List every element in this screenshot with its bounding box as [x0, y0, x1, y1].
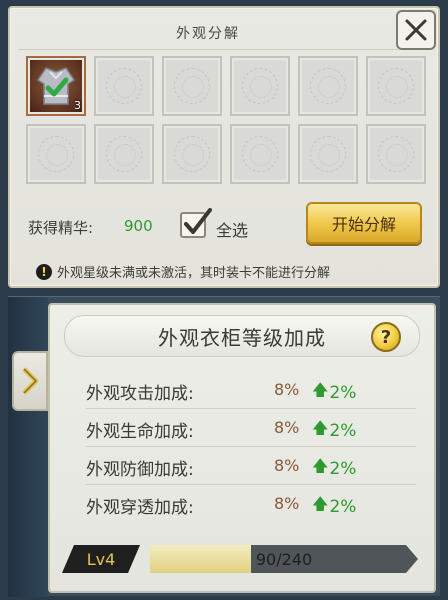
exp-text: 90/240	[255, 549, 313, 569]
select-all-label: 全选	[216, 221, 249, 240]
slot-ornament	[174, 68, 210, 104]
item-count: 3	[74, 99, 81, 112]
level-label: Lv4	[86, 549, 116, 569]
item-slot[interactable]	[230, 124, 290, 184]
up-arrow-icon: 🡅	[312, 494, 329, 513]
stat-row: 外观穿透加成: 8% 🡅 2%	[86, 485, 416, 523]
decompose-info-row: 获得精华: 900 全选 开始分解	[28, 202, 428, 248]
close-button[interactable]	[396, 10, 436, 50]
stat-label: 外观防御加成:	[86, 460, 194, 480]
stat-bonus-value: 2%	[329, 458, 357, 479]
stat-value: 8%	[274, 418, 300, 437]
item-slot[interactable]: 3	[26, 56, 86, 116]
up-arrow-icon: 🡅	[312, 456, 329, 475]
exp-progress-bar: 90/240	[150, 545, 418, 573]
essence-value: 900	[124, 217, 153, 235]
item-slot[interactable]	[162, 124, 222, 184]
item-slot[interactable]	[298, 124, 358, 184]
up-arrow-icon: 🡅	[312, 380, 329, 399]
stat-label: 外观攻击加成:	[86, 384, 194, 404]
slot-ornament	[310, 136, 346, 172]
level-badge: Lv4	[62, 545, 140, 573]
help-button[interactable]: ?	[371, 322, 401, 352]
bonus-title: 外观衣柜等级加成	[158, 325, 326, 350]
item-slot[interactable]	[366, 124, 426, 184]
bonus-card: 外观衣柜等级加成 ? 外观攻击加成: 8% 🡅 2% 外观生命加成: 8% 🡅 …	[48, 303, 436, 593]
stat-label: 外观生命加成:	[86, 422, 194, 442]
item-slot[interactable]	[366, 56, 426, 116]
item-slot[interactable]	[298, 56, 358, 116]
wardrobe-bonus-panel: 外观衣柜等级加成 ? 外观攻击加成: 8% 🡅 2% 外观生命加成: 8% 🡅 …	[8, 296, 440, 597]
stat-bonus-value: 2%	[329, 420, 357, 441]
stat-row: 外观攻击加成: 8% 🡅 2%	[86, 371, 416, 409]
close-icon	[405, 19, 427, 41]
stat-value: 8%	[274, 380, 300, 399]
stat-bonus: 🡅 2%	[312, 417, 356, 444]
stat-bonus-value: 2%	[329, 382, 357, 403]
chevron-right-icon	[22, 367, 39, 395]
item-slot[interactable]	[26, 124, 86, 184]
item-slot-grid: 3	[26, 56, 438, 184]
item-slot[interactable]	[162, 56, 222, 116]
select-all-checkbox[interactable]	[180, 208, 212, 238]
help-icon: ?	[380, 326, 392, 348]
stat-bonus-value: 2%	[329, 496, 357, 517]
start-decompose-button[interactable]: 开始分解	[306, 202, 422, 244]
stat-value: 8%	[274, 494, 300, 513]
slot-ornament	[242, 136, 278, 172]
decompose-title: 外观分解	[176, 25, 240, 42]
slot-ornament	[174, 136, 210, 172]
side-strip	[8, 297, 48, 597]
stat-row: 外观防御加成: 8% 🡅 2%	[86, 447, 416, 485]
decompose-panel: 外观分解 3 获得精华: 900 全选 开始分解 ! 外观星级未满或未激活，其时…	[8, 6, 440, 288]
warning-notice: ! 外观星级未满或未激活，其时装卡不能进行分解	[36, 262, 330, 281]
slot-ornament	[106, 68, 142, 104]
decompose-title-bar: 外观分解	[18, 16, 398, 50]
item-slot[interactable]	[94, 56, 154, 116]
stat-list: 外观攻击加成: 8% 🡅 2% 外观生命加成: 8% 🡅 2% 外观防御加成: …	[86, 371, 416, 523]
stat-label: 外观穿透加成:	[86, 498, 194, 518]
stat-bonus: 🡅 2%	[312, 493, 356, 520]
slot-ornament	[242, 68, 278, 104]
slot-ornament	[378, 68, 414, 104]
stat-bonus: 🡅 2%	[312, 455, 356, 482]
start-decompose-label: 开始分解	[331, 215, 396, 234]
warning-icon: !	[36, 263, 52, 280]
slot-ornament	[310, 68, 346, 104]
bonus-title-bar: 外观衣柜等级加成 ?	[64, 315, 420, 357]
item-slot[interactable]	[230, 56, 290, 116]
stat-bonus: 🡅 2%	[312, 379, 356, 406]
up-arrow-icon: 🡅	[312, 418, 329, 437]
collapse-tab[interactable]	[12, 351, 48, 411]
slot-ornament	[38, 136, 74, 172]
warning-text: 外观星级未满或未激活，其时装卡不能进行分解	[57, 266, 331, 281]
checkmark-icon	[184, 208, 212, 234]
stat-row: 外观生命加成: 8% 🡅 2%	[86, 409, 416, 447]
slot-ornament	[378, 136, 414, 172]
item-slot[interactable]	[94, 124, 154, 184]
essence-label: 获得精华:	[28, 219, 94, 237]
stat-value: 8%	[274, 456, 300, 475]
slot-ornament	[106, 136, 142, 172]
level-row: Lv4 90/240	[62, 543, 426, 575]
